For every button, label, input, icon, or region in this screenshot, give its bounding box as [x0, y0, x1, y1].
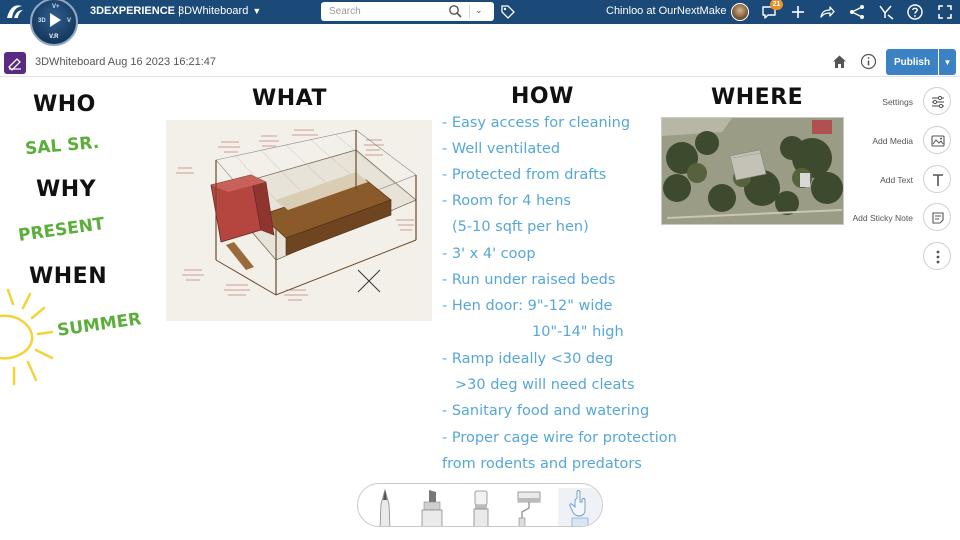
roller-tool[interactable] — [514, 488, 544, 526]
search-icon[interactable] — [448, 4, 462, 18]
marker-tool[interactable] — [416, 488, 446, 526]
eraser-tool[interactable] — [466, 488, 496, 526]
hand-pointer-icon — [569, 490, 589, 526]
who-value: SAL SR. — [24, 132, 100, 160]
share-arrow-icon[interactable] — [818, 3, 836, 21]
when-heading: WHEN — [29, 264, 108, 289]
search-dropdown-chevron-icon[interactable]: ⌄ — [475, 5, 483, 16]
add-media-button[interactable] — [923, 126, 951, 154]
aerial-map-image[interactable] — [661, 117, 844, 225]
dassault-logo-icon[interactable] — [4, 2, 26, 22]
drawing-toolbar — [357, 483, 603, 527]
network-share-icon[interactable] — [848, 3, 866, 21]
document-title: 3DWhiteboard Aug 16 2023 16:21:47 — [35, 56, 217, 68]
sliders-icon — [932, 95, 944, 109]
paint-roller-icon — [517, 491, 541, 526]
where-heading: WHERE — [711, 85, 804, 110]
sun-sketch-icon — [0, 288, 54, 386]
search-input[interactable] — [321, 2, 441, 21]
info-icon[interactable] — [860, 53, 877, 70]
compass-3d-label: 3D — [38, 18, 46, 24]
why-heading: WHY — [36, 177, 97, 202]
sticky-note-icon — [932, 212, 944, 224]
apps-compass-icon[interactable] — [877, 3, 895, 21]
more-options-button[interactable] — [923, 242, 951, 270]
how-line: - Sanitary food and watering — [442, 403, 650, 419]
add-text-label: Add Text — [880, 175, 913, 185]
how-line: - Hen door: 9"-12" wide — [442, 298, 613, 314]
help-icon[interactable] — [906, 3, 924, 21]
document-bar: 3DWhiteboard Aug 16 2023 16:21:47 Publis… — [0, 47, 960, 77]
publish-button[interactable]: Publish — [886, 49, 938, 75]
what-heading: WHAT — [252, 86, 328, 111]
pen-icon — [379, 488, 391, 526]
compass-vr-label: V.R — [49, 34, 59, 40]
settings-button[interactable] — [923, 87, 951, 115]
hand-select-tool[interactable] — [558, 488, 602, 526]
home-icon[interactable] — [831, 53, 848, 70]
more-vertical-icon — [936, 250, 940, 264]
chevron-down-icon: ▼ — [252, 6, 262, 16]
why-value: PRESENT — [17, 214, 106, 246]
marker-icon — [421, 490, 443, 526]
app-name: 3DWhiteboard — [178, 5, 249, 17]
settings-label: Settings — [882, 97, 913, 107]
how-line: 10"-14" high — [532, 324, 624, 340]
who-heading: WHO — [33, 92, 96, 117]
pen-tool[interactable] — [370, 488, 400, 526]
tag-icon[interactable] — [500, 4, 516, 20]
when-value: SUMMER — [56, 309, 143, 341]
top-bar: 3DEXPERIENCE | 3DWhiteboard▼ ⌄ Chinloo a… — [0, 0, 960, 24]
how-line: from rodents and predators — [442, 456, 642, 472]
how-line: - Well ventilated — [442, 141, 561, 157]
avatar[interactable] — [731, 3, 749, 21]
compass-icon[interactable]: V+ 3D V V.R — [30, 0, 78, 46]
fullscreen-icon[interactable] — [936, 3, 954, 21]
add-sticky-note-label: Add Sticky Note — [852, 213, 913, 223]
media-icon — [931, 135, 945, 147]
how-line: - Ramp ideally <30 deg — [442, 351, 614, 367]
play-icon — [50, 13, 61, 27]
how-line: - Proper cage wire for protection — [442, 430, 677, 446]
notifications-badge: 21 — [770, 0, 783, 10]
how-line: (5-10 sqft per hen) — [452, 219, 589, 235]
search-separator — [469, 5, 470, 18]
add-sticky-note-button[interactable] — [923, 203, 951, 231]
how-line: - Run under raised beds — [442, 272, 616, 288]
how-line: - Room for 4 hens — [442, 193, 571, 209]
chicken-coop-sketch-image[interactable] — [166, 120, 432, 321]
brand-label: 3DEXPERIENCE | — [90, 5, 181, 17]
compass-v-label: V — [67, 18, 72, 24]
how-line: - 3' x 4' coop — [442, 246, 536, 262]
text-icon — [933, 174, 943, 186]
how-heading: HOW — [511, 84, 574, 109]
eraser-icon — [473, 490, 489, 526]
add-text-button[interactable] — [923, 165, 951, 193]
whiteboard-app-icon — [4, 52, 26, 74]
how-line: >30 deg will need cleats — [455, 377, 635, 393]
how-line: - Protected from drafts — [442, 167, 607, 183]
how-line: - Easy access for cleaning — [442, 115, 631, 131]
app-switcher[interactable]: 3DWhiteboard ▼ — [178, 5, 261, 17]
user-label[interactable]: Chinloo at OurNextMake — [606, 5, 726, 17]
plus-icon[interactable] — [789, 3, 807, 21]
publish-options-chevron-icon[interactable]: ▼ — [939, 49, 956, 75]
search-box: ⌄ — [321, 2, 494, 21]
compass-top-label: V+ — [52, 4, 60, 10]
add-media-label: Add Media — [872, 136, 913, 146]
